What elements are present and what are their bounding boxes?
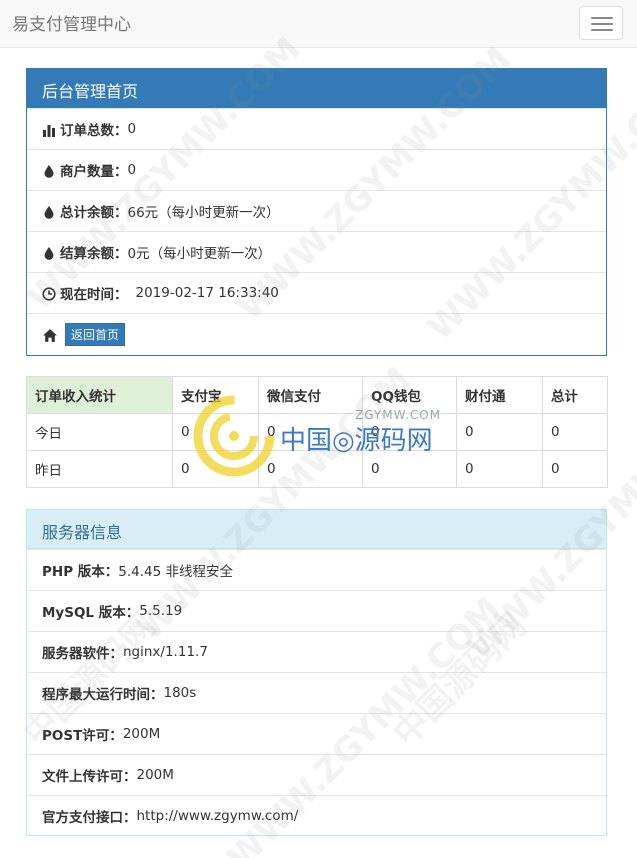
list-item: MySQL 版本： 5.5.19: [27, 590, 606, 631]
list-item: 服务器软件： nginx/1.11.7: [27, 631, 606, 672]
home-icon: [43, 328, 57, 342]
post-limit-label: POST许可：: [42, 728, 123, 744]
list-item: 官方支付接口： http://www.zgymw.com/: [27, 795, 606, 836]
server-panel-title: 服务器信息: [27, 510, 606, 549]
merchant-count-label: 商户数量：: [60, 164, 128, 180]
brand-title[interactable]: 易支付管理中心: [12, 10, 131, 35]
settle-balance-value: 0元（每小时更新一次）: [127, 246, 272, 262]
watermark-logo: ZGYMW.COM 中国◎源码网: [190, 388, 460, 484]
official-api-label: 官方支付接口：: [42, 810, 137, 826]
order-count-value: 0: [127, 121, 137, 137]
table-cell: 0: [542, 450, 608, 488]
current-time-row: 现在时间： 2019-02-17 16:33:40: [27, 272, 606, 313]
merchant-count-value: 0: [127, 162, 137, 178]
hamburger-icon: [591, 17, 613, 19]
mysql-version-label: MySQL 版本：: [42, 605, 140, 621]
back-home-button[interactable]: 返回首页: [65, 322, 126, 346]
bar-chart-icon: [43, 125, 55, 137]
swirl-logo-icon: [193, 395, 275, 477]
admin-panel-title: 后台管理首页: [27, 69, 606, 108]
list-item: 文件上传许可： 200M: [27, 754, 606, 795]
order-count-row: 订单总数： 0: [27, 108, 606, 149]
total-balance-label: 总计余额：: [60, 205, 128, 221]
list-item: PHP 版本： 5.4.45 非线程安全: [27, 549, 606, 590]
server-software-value: nginx/1.11.7: [123, 644, 208, 660]
upload-limit-value: 200M: [136, 767, 174, 783]
logo-chinese-text: 中国◎源码网: [280, 426, 433, 456]
settle-balance-label: 结算余额：: [60, 246, 128, 262]
server-info-panel: 服务器信息 PHP 版本： 5.4.45 非线程安全 MySQL 版本： 5.5…: [26, 509, 607, 836]
post-limit-value: 200M: [122, 726, 161, 742]
menu-toggle-button[interactable]: [579, 6, 623, 40]
hamburger-icon: [591, 23, 613, 25]
clock-icon: [42, 287, 56, 301]
table-cell: 0: [456, 413, 543, 451]
navbar: 易支付管理中心: [0, 0, 637, 48]
table-header-cell: 总计: [542, 376, 608, 414]
list-item: 程序最大运行时间： 180s: [27, 672, 606, 713]
php-version-value: 5.4.45 非线程安全: [118, 564, 234, 580]
droplet-icon: [44, 206, 54, 219]
settle-balance-row: 结算余额： 0元（每小时更新一次）: [27, 231, 606, 272]
table-header-cell: 财付通: [456, 376, 543, 414]
droplet-icon: [44, 165, 54, 178]
table-cell: 0: [542, 413, 608, 451]
mysql-version-value: 5.5.19: [139, 603, 183, 619]
current-time-value: 2019-02-17 16:33:40: [135, 285, 279, 301]
max-exec-time-label: 程序最大运行时间：: [42, 687, 164, 703]
droplet-icon: [44, 247, 54, 260]
home-row: 返回首页: [27, 313, 606, 354]
admin-panel: 后台管理首页 订单总数： 0 商户数量： 0 总计余额： 66元（每小时更新一次…: [26, 68, 607, 356]
php-version-label: PHP 版本：: [42, 564, 119, 580]
total-balance-value: 66元（每小时更新一次）: [127, 205, 280, 221]
official-api-value[interactable]: http://www.zgymw.com/: [137, 808, 299, 824]
current-time-label: 现在时间：: [60, 287, 128, 303]
merchant-count-row: 商户数量： 0: [27, 149, 606, 190]
table-cell: 今日: [26, 413, 173, 451]
order-count-label: 订单总数：: [60, 123, 128, 139]
list-item: POST许可： 200M: [27, 713, 606, 754]
hamburger-icon: [591, 29, 613, 31]
total-balance-row: 总计余额： 66元（每小时更新一次）: [27, 190, 606, 231]
upload-limit-label: 文件上传许可：: [42, 769, 137, 785]
max-exec-time-value: 180s: [163, 685, 197, 701]
table-header-cell: 订单收入统计: [26, 376, 173, 414]
server-software-label: 服务器软件：: [42, 646, 123, 662]
table-cell: 昨日: [26, 450, 173, 488]
table-cell: 0: [456, 450, 543, 488]
